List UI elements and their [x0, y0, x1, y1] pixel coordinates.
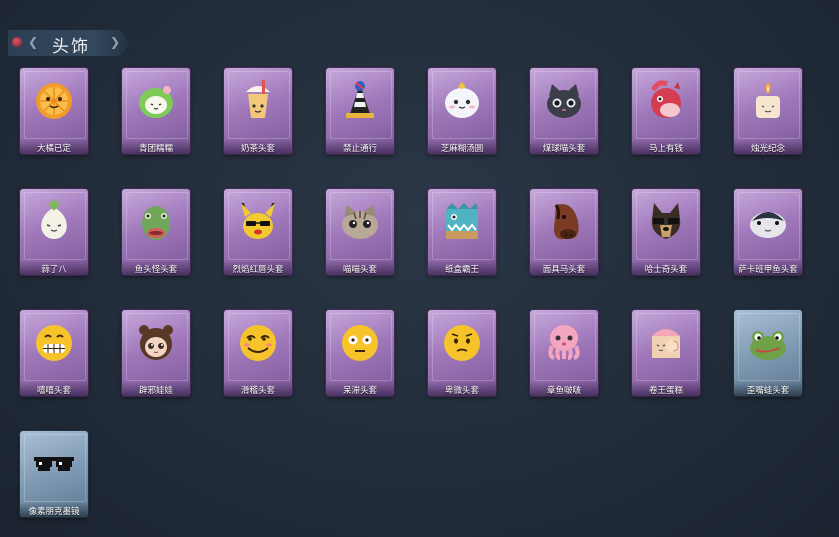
item-card[interactable]: 萨卡班甲鱼头套	[732, 187, 804, 277]
octopus-icon	[542, 320, 586, 364]
item-label: 烛光纪念	[750, 144, 785, 154]
orange-icon	[32, 78, 76, 122]
candle-icon	[746, 78, 790, 122]
item-card[interactable]: 面具马头套	[528, 187, 600, 277]
doll-icon	[134, 320, 178, 364]
smirk-emoji-icon	[236, 320, 280, 364]
green-rice-ball-icon	[134, 78, 178, 122]
ornament-right-icon: ❯	[109, 35, 120, 49]
item-card[interactable]: 哈士奇头套	[630, 187, 702, 277]
item-card[interactable]: 歪嘴蛙头套	[732, 308, 804, 398]
item-label: 奶茶头套	[240, 144, 275, 154]
item-label: 喵喵头套	[342, 265, 377, 275]
item-card[interactable]: 马上有钱	[630, 66, 702, 156]
pixel-sunglasses-icon	[32, 441, 76, 485]
item-card[interactable]: 辟邪娃娃	[120, 308, 192, 398]
roll-cake-icon	[644, 320, 688, 364]
item-label: 卑微头套	[444, 386, 479, 396]
item-card[interactable]: 芝麻糊汤圆	[426, 66, 498, 156]
section-header: ❮ 头饰 ❯	[8, 30, 130, 56]
item-label: 禁止通行	[342, 144, 377, 154]
item-card[interactable]: 卷王蛋糕	[630, 308, 702, 398]
yellow-mascot-icon	[236, 199, 280, 243]
item-label: 卷王蛋糕	[648, 386, 683, 396]
item-card[interactable]: 喵喵头套	[324, 187, 396, 277]
item-label: 辟邪娃娃	[138, 386, 173, 396]
item-label: 蒜了八	[41, 265, 67, 275]
dazed-emoji-icon	[338, 320, 382, 364]
item-label: 像素朋克墨镜	[28, 507, 80, 517]
item-card[interactable]: 烈焰红唇头套	[222, 187, 294, 277]
item-card[interactable]: 呆滞头套	[324, 308, 396, 398]
item-label: 歪嘴蛙头套	[746, 386, 790, 396]
item-card[interactable]: 大橘已定	[18, 66, 90, 156]
horse-mask-icon	[542, 199, 586, 243]
item-label: 面具马头套	[542, 265, 586, 275]
fish-head-icon	[134, 199, 178, 243]
garlic-icon	[32, 197, 76, 243]
item-card[interactable]: 奶茶头套	[222, 66, 294, 156]
ornament-left-icon: ❮	[28, 35, 39, 49]
item-label: 烈焰红唇头套	[232, 265, 284, 275]
item-card[interactable]: 嘻嘻头套	[18, 308, 90, 398]
item-label: 滑稽头套	[240, 386, 275, 396]
traffic-cone-icon	[338, 78, 382, 122]
item-label: 马上有钱	[648, 144, 683, 154]
red-horse-icon	[644, 78, 688, 122]
item-label: 大橘已定	[36, 144, 71, 154]
rice-dumpling-icon	[440, 78, 484, 122]
item-label: 煤球喵头套	[542, 144, 586, 154]
item-card[interactable]: 卑微头套	[426, 308, 498, 398]
tabby-cat-icon	[338, 199, 382, 243]
item-card[interactable]: 章鱼啵啵	[528, 308, 600, 398]
grin-emoji-icon	[32, 320, 76, 364]
dog-sunglasses-icon	[644, 199, 688, 243]
item-card[interactable]: 烛光纪念	[732, 66, 804, 156]
box-dinosaur-icon	[440, 199, 484, 243]
item-card[interactable]: 青团糯糯	[120, 66, 192, 156]
item-card[interactable]: 滑稽头套	[222, 308, 294, 398]
item-label: 萨卡班甲鱼头套	[738, 265, 798, 275]
item-card[interactable]: 像素朋克墨镜	[18, 429, 90, 519]
item-label: 哈士奇头套	[644, 265, 688, 275]
item-label: 章鱼啵啵	[546, 386, 581, 396]
humble-emoji-icon	[440, 320, 484, 364]
item-label: 芝麻糊汤圆	[440, 144, 484, 154]
item-label: 嘻嘻头套	[36, 386, 71, 396]
item-card[interactable]: 禁止通行	[324, 66, 396, 156]
armored-fish-icon	[746, 199, 790, 243]
section-title: 头饰	[52, 37, 90, 57]
gem-icon	[12, 37, 22, 47]
item-label: 鱼头怪头套	[134, 265, 178, 275]
item-card[interactable]: 纸盒霸王	[426, 187, 498, 277]
item-card[interactable]: 蒜了八	[18, 187, 90, 277]
black-cat-icon	[542, 78, 586, 122]
item-label: 呆滞头套	[342, 386, 377, 396]
item-card[interactable]: 鱼头怪头套	[120, 187, 192, 277]
frog-icon	[746, 320, 790, 364]
item-label: 纸盒霸王	[444, 265, 479, 275]
milk-tea-icon	[236, 78, 280, 122]
item-label: 青团糯糯	[138, 144, 173, 154]
item-card[interactable]: 煤球喵头套	[528, 66, 600, 156]
